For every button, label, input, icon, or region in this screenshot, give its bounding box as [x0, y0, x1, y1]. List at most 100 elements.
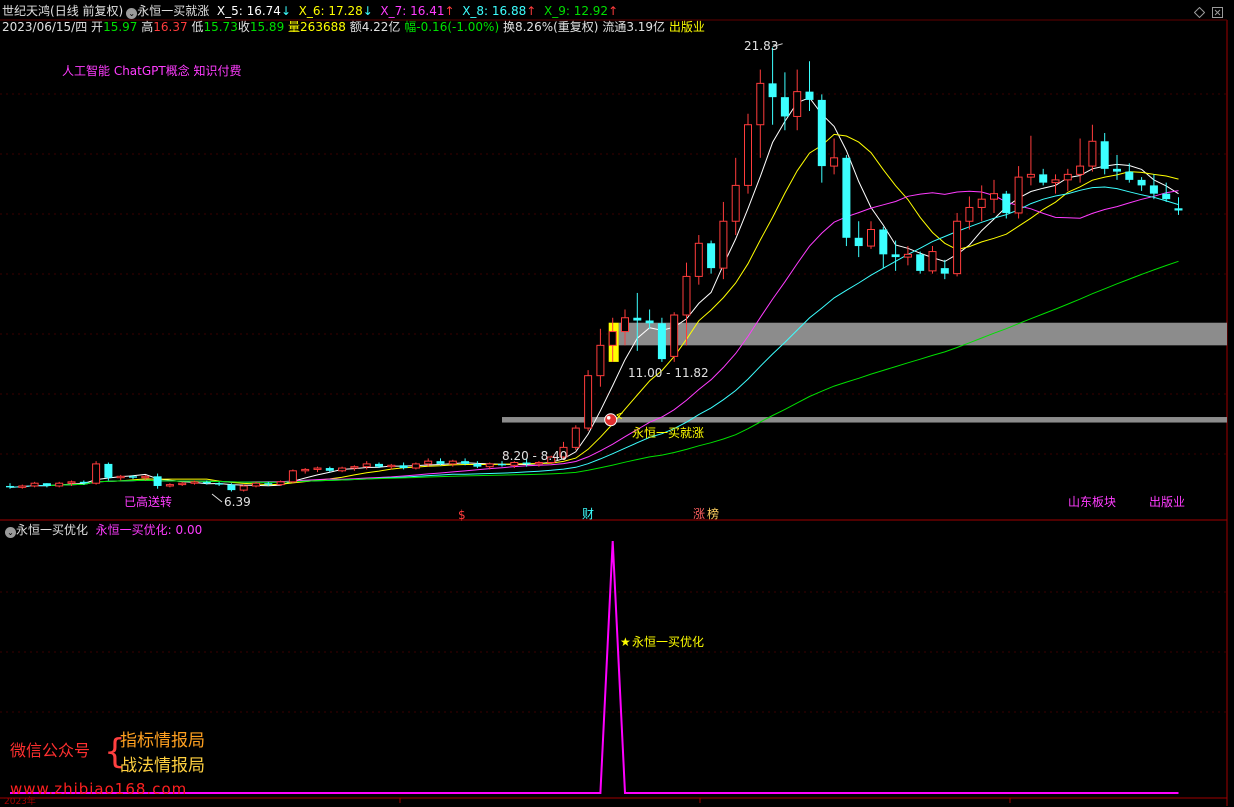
candle-body — [338, 467, 347, 472]
limit-up-tag[interactable]: 涨 — [693, 507, 705, 521]
candle[interactable] — [817, 94, 826, 183]
candle[interactable] — [1039, 168, 1048, 186]
close-icon[interactable] — [1212, 7, 1223, 18]
candle-body — [165, 484, 174, 487]
candle-body — [744, 124, 752, 186]
candle[interactable] — [215, 481, 224, 486]
candle[interactable] — [744, 113, 752, 194]
sub-indicator-name[interactable]: 永恒一买优化 — [16, 523, 88, 537]
candle[interactable] — [92, 461, 101, 485]
candle[interactable] — [1137, 177, 1146, 191]
candle-body — [436, 461, 445, 464]
candle[interactable] — [571, 425, 580, 451]
candle[interactable] — [731, 157, 740, 236]
candle-body — [498, 463, 506, 466]
candle[interactable] — [854, 221, 863, 258]
upper-price-zone — [618, 322, 1227, 346]
candle-body — [387, 464, 396, 468]
candle[interactable] — [965, 196, 974, 230]
candle[interactable] — [473, 461, 482, 469]
sector-value[interactable]: 出版业 — [669, 20, 705, 34]
candle[interactable] — [1113, 155, 1121, 180]
candle-body — [362, 463, 371, 468]
diamond-icon[interactable] — [1194, 7, 1205, 18]
candle[interactable] — [411, 462, 420, 470]
stock-name[interactable]: 世纪天鸿 — [2, 4, 50, 18]
candle[interactable] — [42, 483, 51, 488]
candle[interactable] — [1063, 168, 1072, 191]
industry-label[interactable]: 出版业 — [1149, 495, 1185, 509]
chart-canvas[interactable] — [0, 0, 1234, 806]
candle-body — [1014, 176, 1023, 214]
candle-body — [1137, 179, 1146, 186]
candle[interactable] — [338, 466, 347, 473]
sub-signal-label: 永恒一买优化 — [632, 635, 705, 649]
concept-tags[interactable]: 人工智能 ChatGPT概念 知识付费 — [62, 64, 242, 78]
candle[interactable] — [178, 481, 187, 486]
candle[interactable] — [830, 138, 839, 175]
candle-body — [1039, 174, 1048, 183]
candle[interactable] — [448, 459, 457, 467]
candle[interactable] — [867, 221, 875, 249]
candlestick-series[interactable] — [6, 47, 1183, 492]
ranking-tag[interactable]: 榜 — [707, 507, 719, 521]
candle[interactable] — [239, 484, 248, 492]
candle[interactable] — [768, 47, 777, 125]
candle[interactable] — [1026, 135, 1035, 186]
candle[interactable] — [584, 370, 593, 431]
candle-body — [448, 460, 457, 465]
candle[interactable] — [657, 317, 666, 362]
candle[interactable] — [694, 235, 703, 285]
peak-price-label: 21.83 — [744, 39, 779, 53]
candle[interactable] — [1174, 197, 1183, 215]
candle[interactable] — [18, 484, 27, 489]
candle[interactable] — [916, 251, 925, 274]
candle-body — [264, 483, 273, 485]
candle[interactable] — [301, 468, 310, 474]
candle[interactable] — [1014, 166, 1023, 219]
candle[interactable] — [30, 481, 39, 488]
candle[interactable] — [940, 259, 949, 280]
candle-body — [928, 251, 937, 272]
low-value: 15.73 — [203, 20, 238, 34]
candle[interactable] — [793, 69, 802, 131]
candle[interactable] — [350, 465, 359, 471]
sub-panel-header: ⌄ 永恒一买优化 永恒一买优化: 0.00 — [2, 522, 202, 538]
dollar-tag[interactable]: $ — [458, 508, 466, 522]
region-label[interactable]: 山东板块 — [1068, 495, 1116, 509]
candle[interactable] — [990, 179, 998, 213]
indicator-name[interactable]: 永恒一买就涨 — [137, 4, 209, 18]
candle[interactable] — [842, 155, 851, 247]
candle[interactable] — [670, 312, 679, 362]
candle-body — [153, 476, 162, 486]
candle[interactable] — [780, 72, 789, 131]
candle[interactable] — [756, 69, 765, 158]
candle[interactable] — [313, 466, 322, 473]
indicator-menu-icon[interactable]: ⌄ — [126, 8, 138, 19]
candle[interactable] — [928, 246, 937, 274]
candle[interactable] — [953, 212, 962, 277]
candle[interactable] — [596, 328, 605, 387]
candle[interactable] — [288, 469, 297, 484]
candle[interactable] — [1088, 124, 1097, 172]
candle[interactable] — [891, 240, 900, 271]
candle[interactable] — [805, 61, 814, 111]
candle[interactable] — [1100, 133, 1109, 175]
candle[interactable] — [6, 483, 14, 489]
candle-body — [1002, 193, 1011, 213]
low-label: 低 — [191, 20, 204, 34]
candle[interactable] — [116, 474, 125, 481]
year-axis-label: 2023年 — [4, 797, 36, 807]
candle-body — [104, 463, 113, 478]
candle[interactable] — [707, 240, 716, 274]
candle[interactable] — [55, 481, 64, 488]
candle[interactable] — [977, 185, 986, 222]
candle[interactable] — [153, 473, 162, 489]
candle[interactable] — [165, 483, 174, 488]
finance-tag[interactable]: 财 — [582, 507, 594, 521]
candle-body — [891, 254, 900, 258]
period-label[interactable]: (日线 前复权) — [50, 4, 123, 18]
sub-indicator-menu-icon[interactable]: ⌄ — [5, 527, 16, 538]
candle-body — [399, 465, 408, 469]
candle[interactable] — [879, 226, 888, 269]
